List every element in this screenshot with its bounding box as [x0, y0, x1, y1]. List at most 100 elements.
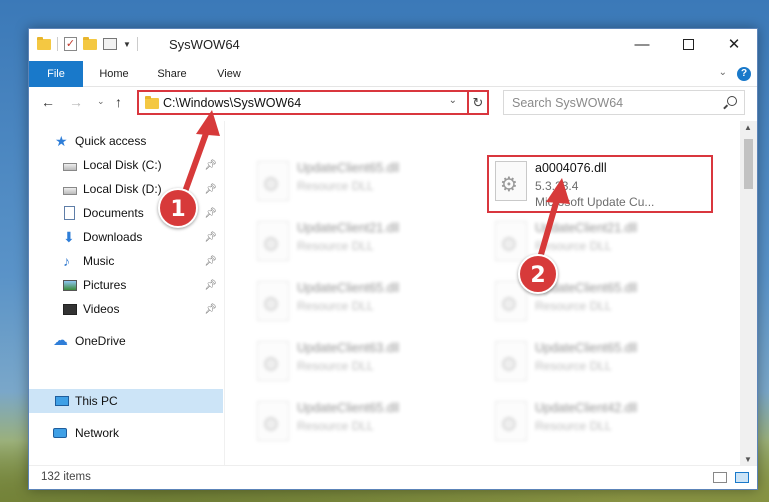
file-name: UpdateClient65.dll: [297, 161, 400, 175]
pane-divider[interactable]: [224, 121, 225, 466]
item-count: 132 items: [41, 471, 91, 483]
new-folder-icon[interactable]: [83, 36, 97, 50]
file-type: Resource DLL: [535, 239, 612, 253]
scroll-down-icon[interactable]: ▼: [744, 455, 752, 464]
tab-file[interactable]: File: [29, 61, 83, 87]
list-item[interactable]: UpdateClient65.dll Resource DLL: [487, 333, 717, 391]
up-button[interactable]: ↑: [115, 94, 122, 110]
minimize-button[interactable]: —: [619, 29, 665, 59]
dll-file-icon: [257, 281, 289, 321]
dll-file-icon: [257, 401, 289, 441]
toolbar-separator: [136, 37, 138, 51]
tiles-view-icon[interactable]: [735, 472, 749, 483]
sidebar-item-label: Local Disk (D:): [83, 182, 162, 196]
back-button[interactable]: ←: [41, 94, 55, 110]
pc-icon: [55, 396, 69, 406]
details-view-icon[interactable]: [713, 472, 727, 483]
window-title: SysWOW64: [169, 37, 240, 52]
chevron-down-icon[interactable]: ▼: [123, 40, 131, 49]
dll-file-icon: [257, 341, 289, 381]
file-name: UpdateClient42.dll: [535, 401, 638, 415]
sidebar-item-pictures[interactable]: Pictures 📌︎: [29, 273, 223, 297]
expand-ribbon-icon[interactable]: ⌄: [719, 67, 727, 78]
list-item[interactable]: UpdateClient65.dll Resource DLL: [249, 393, 479, 451]
forward-button[interactable]: →: [69, 94, 83, 110]
sidebar-item-videos[interactable]: Videos 📌︎: [29, 297, 223, 321]
tab-share[interactable]: Share: [147, 61, 197, 87]
file-type: Resource DLL: [297, 239, 374, 253]
pin-icon[interactable]: 📌︎: [204, 232, 217, 243]
properties-check-icon[interactable]: ✓: [64, 37, 77, 51]
list-item[interactable]: UpdateClient63.dll Resource DLL: [249, 333, 479, 391]
pin-icon[interactable]: 📌︎: [204, 208, 217, 219]
sidebar-item-label: Network: [75, 426, 120, 440]
sidebar-item-downloads[interactable]: ⬇ Downloads 📌︎: [29, 225, 223, 249]
download-icon: ⬇: [63, 229, 75, 245]
documents-icon: [64, 206, 75, 220]
file-type: Resource DLL: [297, 179, 374, 193]
scrollbar-thumb[interactable]: [744, 139, 753, 189]
refresh-button[interactable]: ↻: [467, 90, 489, 115]
sidebar-item-network[interactable]: Network: [29, 421, 223, 445]
dll-file-icon: [257, 161, 289, 201]
file-type: Resource DLL: [297, 419, 374, 433]
sidebar-item-label: Downloads: [83, 230, 143, 244]
sidebar-item-quick-access[interactable]: ★ Quick access: [29, 129, 223, 153]
vertical-scrollbar[interactable]: ▲ ▼: [740, 121, 757, 466]
sidebar-item-this-pc[interactable]: This PC: [29, 389, 223, 413]
address-path[interactable]: C:\Windows\SysWOW64: [163, 96, 301, 110]
list-item[interactable]: UpdateClient21.dll Resource DLL: [249, 213, 479, 271]
file-name: UpdateClient63.dll: [297, 341, 400, 355]
scroll-up-icon[interactable]: ▲: [744, 123, 752, 132]
sidebar-item-local-disk-c[interactable]: Local Disk (C:) 📌︎: [29, 153, 223, 177]
properties-icon[interactable]: [103, 38, 117, 50]
pin-icon[interactable]: 📌︎: [204, 184, 217, 195]
file-type: Resource DLL: [535, 419, 612, 433]
file-name: UpdateClient65.dll: [535, 341, 638, 355]
address-bar[interactable]: C:\Windows\SysWOW64 ⌄: [137, 90, 489, 115]
pin-icon[interactable]: 📌︎: [204, 304, 217, 315]
list-item[interactable]: UpdateClient65.dll Resource DLL: [249, 153, 479, 211]
file-list: UpdateClient65.dll Resource DLL UpdateCl…: [229, 121, 739, 466]
file-name: UpdateClient65.dll: [297, 401, 400, 415]
file-type: Resource DLL: [297, 299, 374, 313]
close-button[interactable]: ✕: [711, 29, 757, 59]
file-type: Resource DLL: [297, 359, 374, 373]
quick-access-toolbar: ✓ ▼: [37, 36, 138, 51]
pin-icon[interactable]: 📌︎: [204, 256, 217, 267]
sidebar-item-label: OneDrive: [75, 334, 126, 348]
address-dropdown-icon[interactable]: ⌄: [449, 95, 457, 106]
list-item[interactable]: UpdateClient42.dll Resource DLL: [487, 393, 717, 451]
drive-icon: [63, 186, 77, 195]
step-1-badge: 1: [158, 188, 198, 228]
maximize-button[interactable]: [665, 29, 711, 59]
address-row: ← → ⌄ ↑ C:\Windows\SysWOW64 ⌄ ↻ Search S…: [29, 88, 757, 118]
pin-icon[interactable]: 📌︎: [204, 280, 217, 291]
file-name: UpdateClient21.dll: [297, 221, 400, 235]
recent-locations-button[interactable]: ⌄: [97, 96, 105, 107]
drive-icon: [63, 162, 77, 171]
toolbar-separator: [57, 37, 58, 51]
explorer-window: ✓ ▼ SysWOW64 — ✕ File Home Share View ⌄ …: [28, 28, 758, 490]
tab-view[interactable]: View: [205, 61, 253, 87]
search-input[interactable]: Search SysWOW64: [503, 90, 745, 115]
pictures-icon: [63, 279, 77, 291]
list-item[interactable]: UpdateClient65.dll Resource DLL: [249, 273, 479, 331]
ribbon-tabs: File Home Share View ⌄ ?: [29, 61, 757, 87]
folder-icon[interactable]: [37, 36, 51, 50]
search-icon[interactable]: [727, 96, 737, 106]
file-type: Resource DLL: [535, 359, 612, 373]
file-type: Resource DLL: [535, 299, 612, 313]
title-bar: ✓ ▼ SysWOW64 — ✕: [29, 29, 757, 61]
sidebar-item-onedrive[interactable]: ☁ OneDrive: [29, 329, 223, 353]
help-icon[interactable]: ?: [737, 67, 751, 81]
sidebar-item-label: Music: [83, 254, 115, 268]
sidebar-item-label: This PC: [75, 394, 118, 408]
sidebar-item-label: Local Disk (C:): [83, 158, 162, 172]
star-icon: ★: [55, 133, 68, 149]
sidebar-item-music[interactable]: ♪ Music 📌︎: [29, 249, 223, 273]
sidebar-item-label: Pictures: [83, 278, 127, 292]
tab-home[interactable]: Home: [89, 61, 139, 87]
onedrive-icon: ☁: [53, 332, 68, 349]
pin-icon[interactable]: 📌︎: [204, 160, 217, 171]
